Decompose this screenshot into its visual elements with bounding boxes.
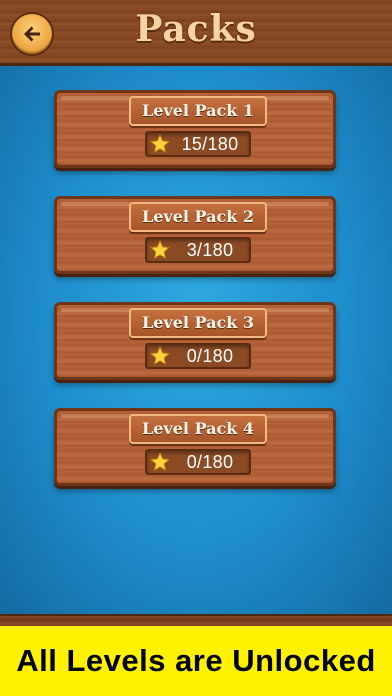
header-bar: Packs [0,0,392,66]
pack-progress-text: 3/180 [186,239,234,260]
star-icon [149,239,171,260]
level-pack-1-card[interactable]: Level Pack 1 15/180 [54,90,336,168]
pack-progress-badge: 0/180 [145,449,251,475]
pack-name-label: Level Pack 1 [129,96,267,126]
level-pack-4-card[interactable]: Level Pack 4 0/180 [54,408,336,486]
pack-name-label: Level Pack 2 [129,202,267,232]
star-icon [149,133,171,154]
banner-text: All Levels are Unlocked [16,643,376,678]
pack-progress-text: 15/180 [181,133,239,154]
star-icon [149,451,171,472]
page-title: Packs [135,8,257,50]
pack-progress-badge: 0/180 [145,343,251,369]
unlock-banner: All Levels are Unlocked [0,626,392,696]
pack-progress-badge: 15/180 [145,131,251,157]
pack-name-label: Level Pack 4 [129,414,267,444]
pack-progress-badge: 3/180 [145,237,251,263]
pack-progress-text: 0/180 [186,451,234,472]
pack-name-label: Level Pack 3 [129,308,267,338]
level-pack-2-card[interactable]: Level Pack 2 3/180 [54,196,336,274]
pack-progress-text: 0/180 [186,345,234,366]
level-pack-3-card[interactable]: Level Pack 3 0/180 [54,302,336,380]
star-icon [149,345,171,366]
